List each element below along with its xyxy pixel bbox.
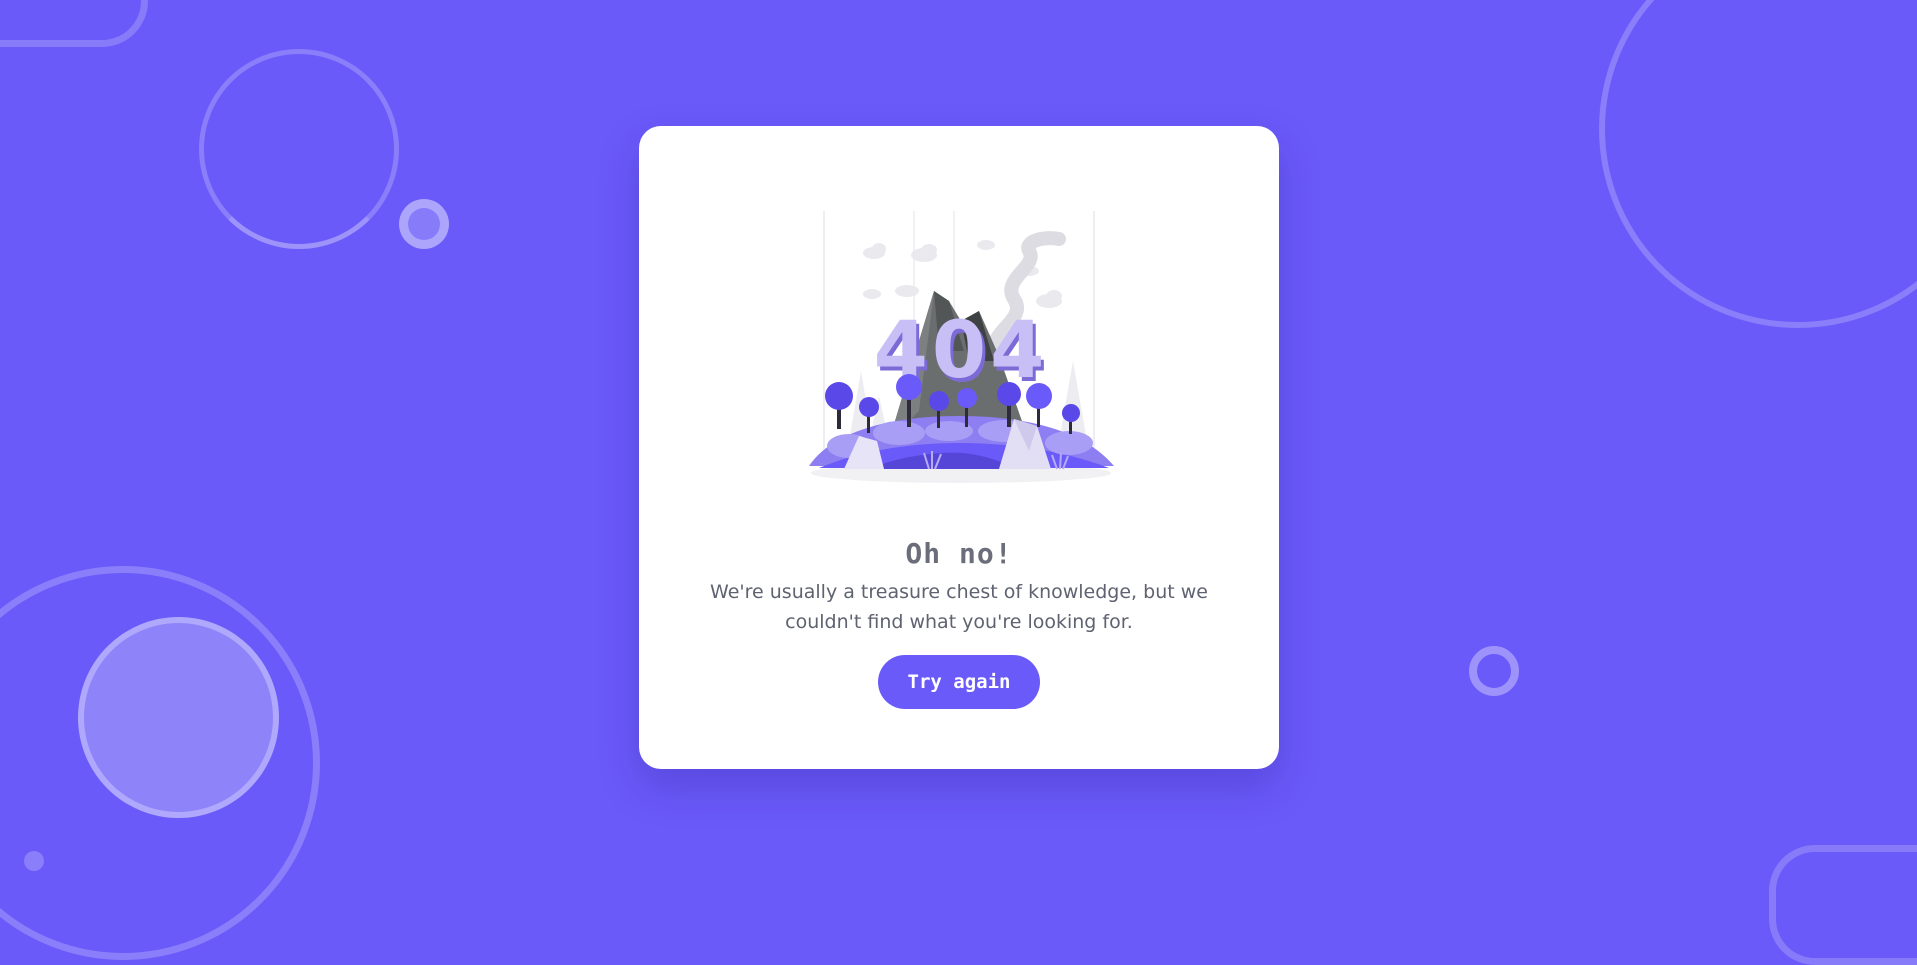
decorative-ring (199, 49, 399, 249)
decorative-rounded-rect (0, 0, 148, 47)
error-title: Oh no! (905, 537, 1013, 570)
decorative-dot (24, 851, 44, 871)
decorative-small-ring (399, 199, 449, 249)
decorative-rounded-rect (1769, 845, 1917, 965)
decorative-small-ring (1469, 646, 1519, 696)
error-message: We're usually a treasure chest of knowle… (710, 581, 1208, 633)
404-mountain-illustration: 404 404 (789, 211, 1129, 511)
error-card: 404 404 Oh no! We're usually a treasure … (639, 126, 1279, 769)
try-again-button[interactable]: Try again (878, 655, 1040, 709)
decorative-filled-circle (78, 617, 279, 818)
decorative-large-ring (1599, 0, 1917, 328)
